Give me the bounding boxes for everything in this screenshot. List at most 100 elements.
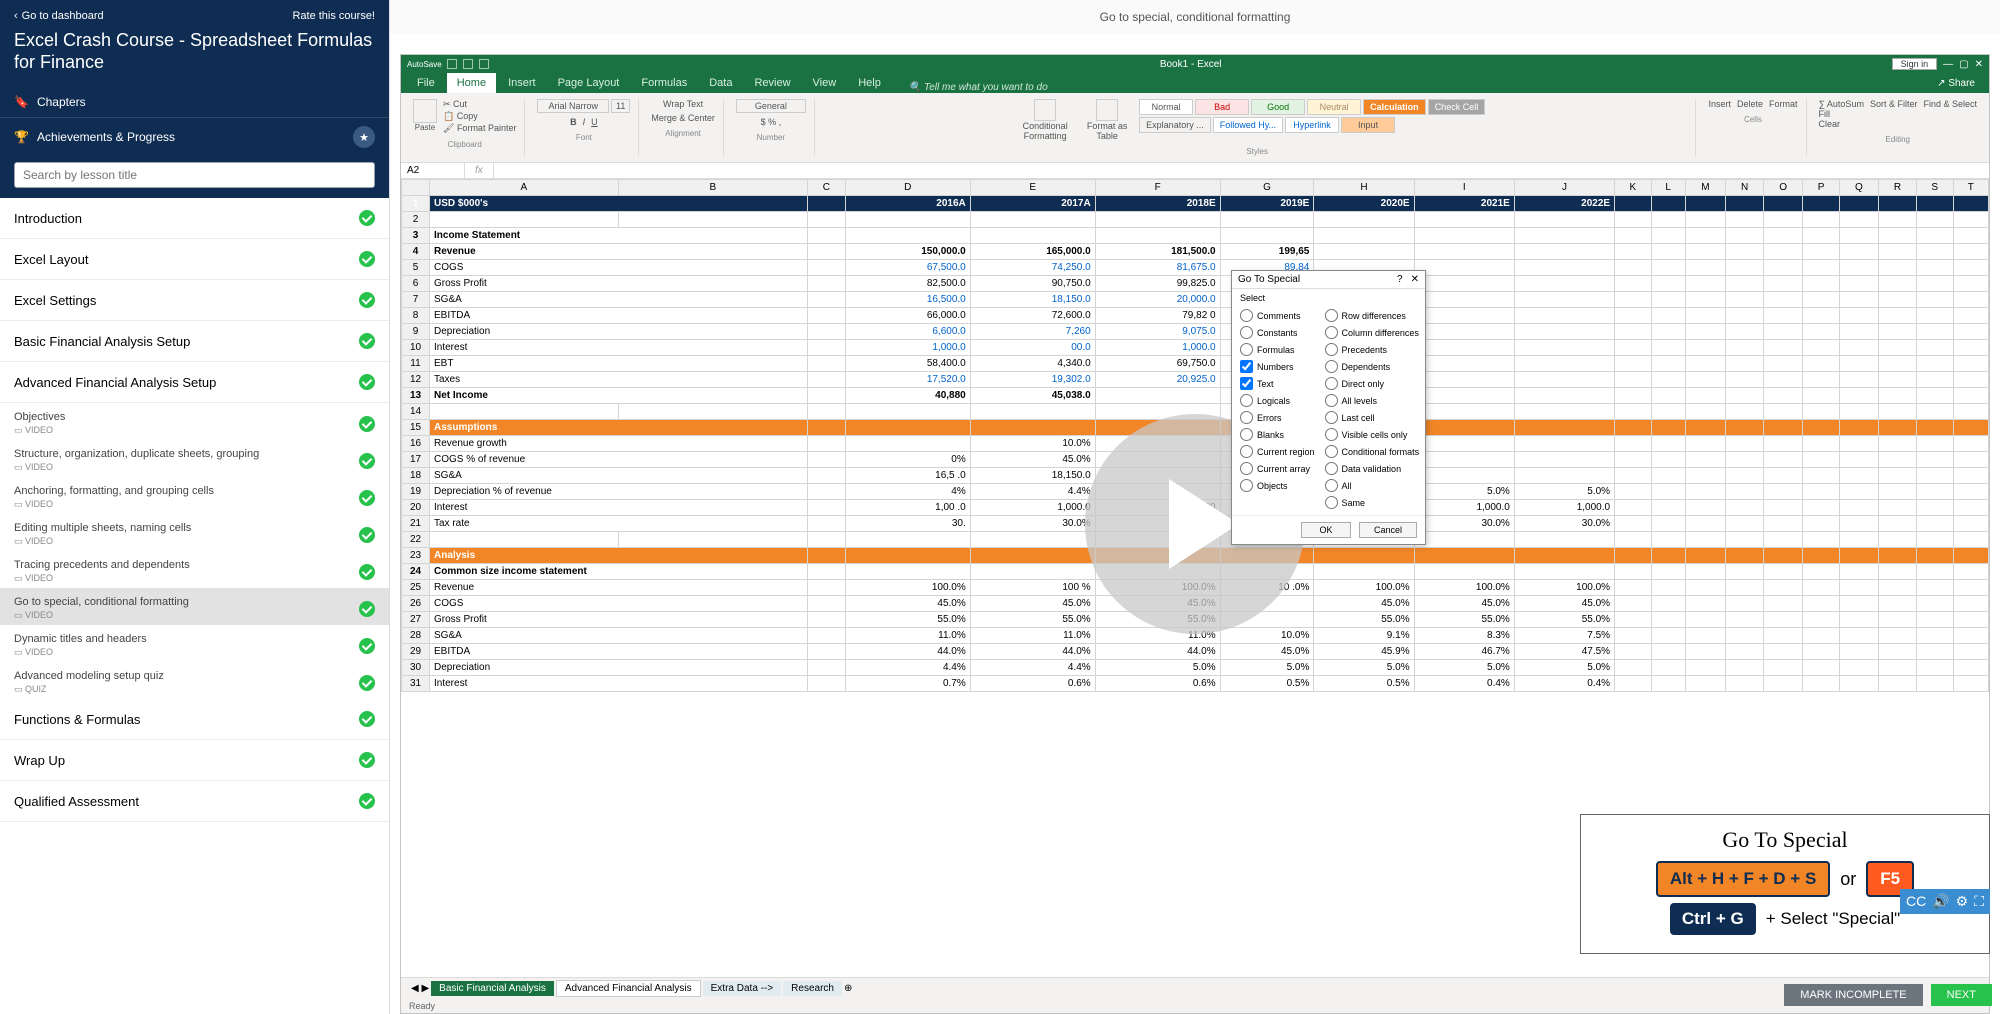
goto-option[interactable]: Blanks: [1240, 428, 1315, 441]
conditional-formatting-button[interactable]: Conditional Formatting: [1015, 99, 1075, 141]
goto-option[interactable]: Formulas: [1240, 343, 1315, 356]
fullscreen-icon[interactable]: ⛶: [1974, 893, 1984, 910]
goto-option[interactable]: Objects: [1240, 479, 1315, 492]
goto-option[interactable]: Errors: [1240, 411, 1315, 424]
lesson-item[interactable]: Anchoring, formatting, and grouping cell…: [0, 477, 389, 514]
lesson-item[interactable]: Dynamic titles and headers▭ VIDEO: [0, 625, 389, 662]
chapter-item[interactable]: Basic Financial Analysis Setup: [0, 321, 389, 362]
maximize-icon[interactable]: ▢: [1959, 59, 1968, 70]
chapter-item[interactable]: Advanced Financial Analysis Setup: [0, 362, 389, 403]
cancel-button[interactable]: Cancel: [1359, 522, 1417, 538]
ribbon-tab-file[interactable]: File: [407, 73, 445, 93]
italic-button[interactable]: I: [583, 117, 586, 127]
copy-button[interactable]: 📋 Copy: [443, 111, 516, 122]
delete-cells-button[interactable]: Delete: [1737, 99, 1763, 109]
cell-styles-gallery[interactable]: Normal Bad Good Neutral Calculation Chec…: [1139, 99, 1499, 133]
ribbon-tab-page-layout[interactable]: Page Layout: [548, 73, 630, 93]
underline-button[interactable]: U: [591, 117, 598, 127]
signin-button[interactable]: Sign in: [1892, 58, 1938, 70]
chapter-item[interactable]: Excel Layout: [0, 239, 389, 280]
find-select-button[interactable]: Find & Select: [1923, 99, 1977, 129]
back-to-dashboard-link[interactable]: ‹Go to dashboard: [14, 10, 104, 22]
ribbon-tab-home[interactable]: Home: [447, 73, 496, 93]
number-format-select[interactable]: General: [736, 99, 806, 113]
fill-button[interactable]: Fill: [1819, 109, 1864, 119]
clear-button[interactable]: Clear: [1819, 119, 1864, 129]
autosum-button[interactable]: ∑ AutoSum: [1819, 99, 1864, 109]
lessons-list[interactable]: IntroductionExcel LayoutExcel SettingsBa…: [0, 198, 389, 1014]
chapter-item[interactable]: Excel Settings: [0, 280, 389, 321]
close-dialog-icon[interactable]: ✕: [1411, 274, 1419, 285]
qat-redo-icon[interactable]: [479, 59, 489, 69]
chapters-nav[interactable]: 🔖 Chapters: [0, 87, 389, 117]
tell-me-input[interactable]: 🔍 Tell me what you want to do: [909, 82, 1048, 93]
ribbon-tab-review[interactable]: Review: [744, 73, 800, 93]
settings-icon[interactable]: ⚙: [1956, 893, 1969, 910]
lesson-item[interactable]: Objectives▭ VIDEO: [0, 403, 389, 440]
lesson-item[interactable]: Structure, organization, duplicate sheet…: [0, 440, 389, 477]
font-size-select[interactable]: 11: [611, 99, 630, 113]
format-painter-button[interactable]: 🖌 Format Painter: [443, 123, 516, 134]
lesson-item[interactable]: Advanced modeling setup quiz▭ QUIZ: [0, 662, 389, 699]
insert-cells-button[interactable]: Insert: [1708, 99, 1731, 109]
lesson-item[interactable]: Editing multiple sheets, naming cells▭ V…: [0, 514, 389, 551]
goto-option[interactable]: Dependents: [1325, 360, 1420, 373]
goto-option[interactable]: Constants: [1240, 326, 1315, 339]
minimize-icon[interactable]: —: [1943, 59, 1953, 70]
qat-save-icon[interactable]: [447, 59, 457, 69]
goto-option[interactable]: Direct only: [1325, 377, 1420, 390]
volume-icon[interactable]: 🔊: [1932, 893, 1949, 910]
goto-option[interactable]: Text: [1240, 377, 1315, 390]
goto-option[interactable]: Row differences: [1325, 309, 1420, 322]
rate-course-link[interactable]: Rate this course!: [292, 10, 375, 22]
goto-option[interactable]: Logicals: [1240, 394, 1315, 407]
goto-option[interactable]: Last cell: [1325, 411, 1420, 424]
help-icon[interactable]: ?: [1397, 274, 1403, 285]
lesson-item[interactable]: Go to special, conditional formatting▭ V…: [0, 588, 389, 625]
goto-option[interactable]: All: [1325, 479, 1420, 492]
formula-input[interactable]: [494, 163, 1989, 178]
ribbon-tab-formulas[interactable]: Formulas: [631, 73, 697, 93]
goto-option[interactable]: Same: [1325, 496, 1420, 509]
qat-undo-icon[interactable]: [463, 59, 473, 69]
share-button[interactable]: ↗ Share: [1929, 74, 1983, 93]
goto-option[interactable]: Comments: [1240, 309, 1315, 322]
search-input[interactable]: [14, 162, 375, 188]
chapter-item[interactable]: Qualified Assessment: [0, 781, 389, 822]
goto-option[interactable]: Precedents: [1325, 343, 1420, 356]
goto-option[interactable]: Numbers: [1240, 360, 1315, 373]
cc-icon[interactable]: CC: [1906, 893, 1926, 910]
format-cells-button[interactable]: Format: [1769, 99, 1798, 109]
ribbon-tab-help[interactable]: Help: [848, 73, 891, 93]
name-box[interactable]: A2: [401, 163, 465, 178]
chapter-item[interactable]: Functions & Formulas: [0, 699, 389, 740]
mark-incomplete-button[interactable]: MARK INCOMPLETE: [1784, 984, 1922, 1006]
wrap-text-button[interactable]: Wrap Text: [663, 99, 703, 109]
goto-option[interactable]: Conditional formats: [1325, 445, 1420, 458]
cut-button[interactable]: ✂ Cut: [443, 99, 516, 110]
paste-icon[interactable]: [413, 99, 437, 123]
bold-button[interactable]: B: [570, 117, 577, 127]
achievements-nav[interactable]: 🏆Achievements & Progress ★: [0, 117, 389, 156]
goto-option[interactable]: All levels: [1325, 394, 1420, 407]
sort-filter-button[interactable]: Sort & Filter: [1870, 99, 1918, 129]
font-family-select[interactable]: Arial Narrow: [537, 99, 609, 113]
merge-center-button[interactable]: Merge & Center: [651, 113, 715, 123]
lesson-item[interactable]: Tracing precedents and dependents▭ VIDEO: [0, 551, 389, 588]
chapter-item[interactable]: Wrap Up: [0, 740, 389, 781]
close-icon[interactable]: ✕: [1975, 59, 1983, 70]
fx-icon[interactable]: fx: [465, 163, 494, 178]
ribbon-tab-data[interactable]: Data: [699, 73, 742, 93]
next-button[interactable]: NEXT: [1931, 984, 1992, 1006]
goto-option[interactable]: Current region: [1240, 445, 1315, 458]
ribbon-tab-insert[interactable]: Insert: [498, 73, 546, 93]
goto-option[interactable]: Data validation: [1325, 462, 1420, 475]
goto-option[interactable]: Current array: [1240, 462, 1315, 475]
goto-option[interactable]: Column differences: [1325, 326, 1420, 339]
ok-button[interactable]: OK: [1301, 522, 1351, 538]
chapter-item[interactable]: Introduction: [0, 198, 389, 239]
video-controls[interactable]: CC 🔊 ⚙ ⛶: [1900, 889, 1990, 914]
format-as-table-button[interactable]: Format as Table: [1081, 99, 1133, 141]
goto-option[interactable]: Visible cells only: [1325, 428, 1420, 441]
ribbon-tab-view[interactable]: View: [803, 73, 847, 93]
